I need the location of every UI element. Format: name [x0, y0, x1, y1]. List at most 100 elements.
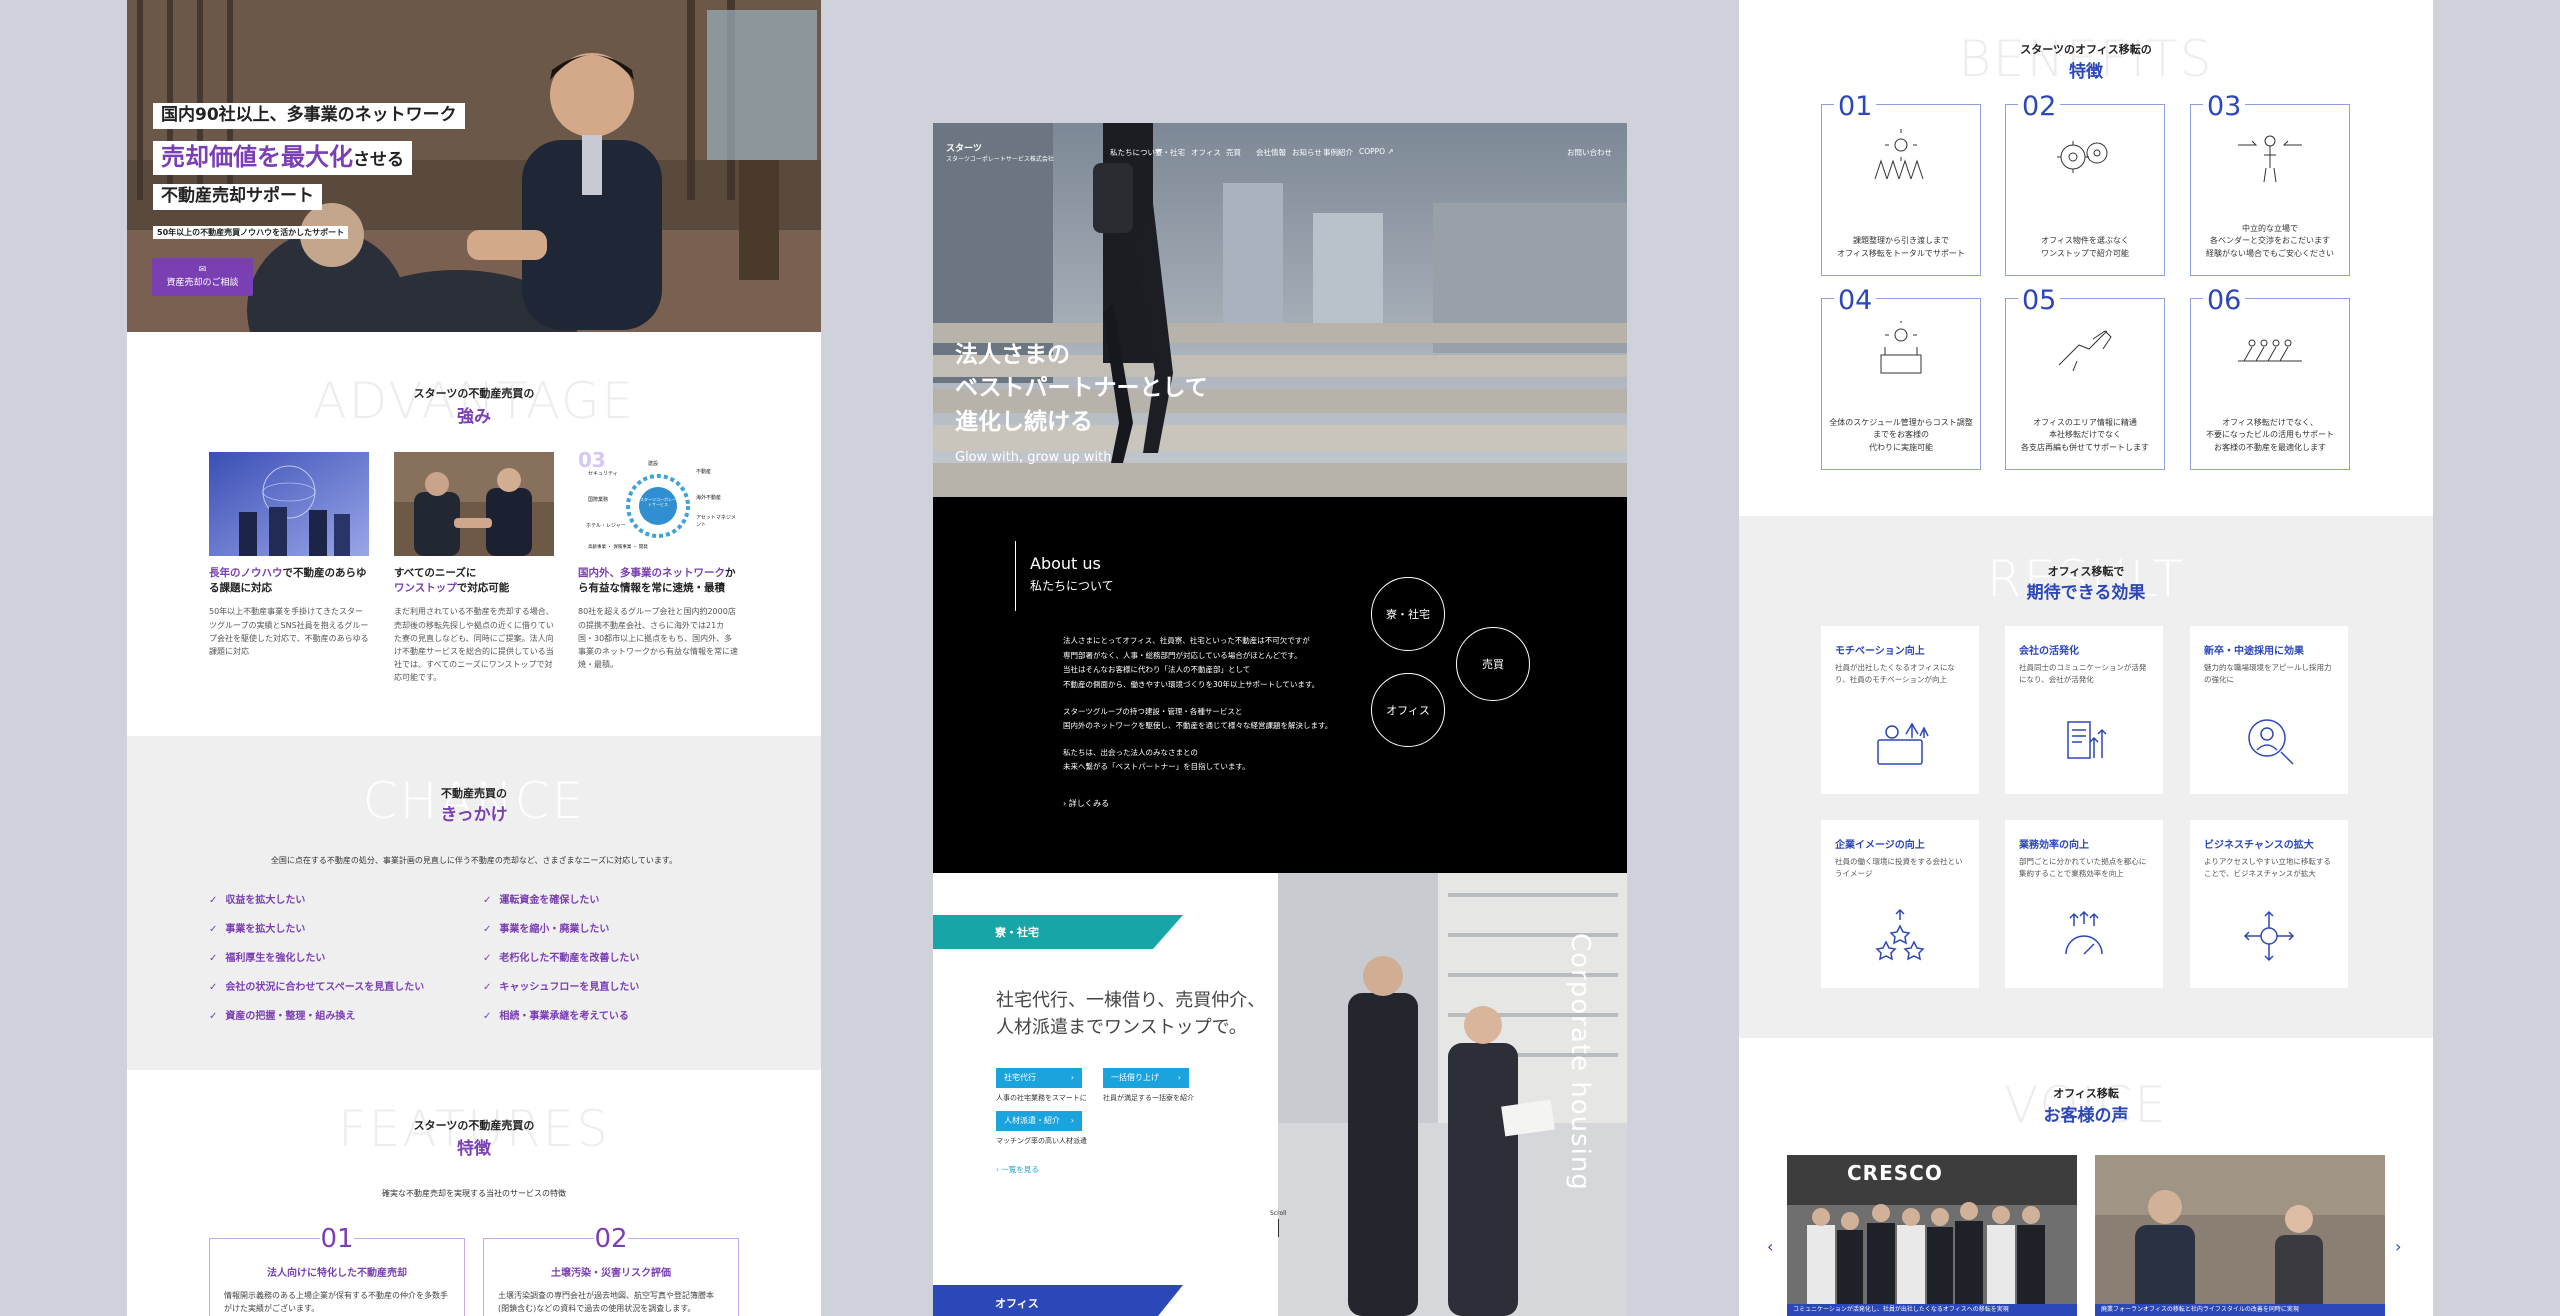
about-more-link[interactable]: › 詳しくみる [1063, 798, 1109, 809]
check-icon: ✓ [483, 895, 492, 906]
check-icon: ✓ [209, 982, 218, 993]
nav-item-1[interactable]: 寮・社宅 [1155, 147, 1185, 158]
pill-bulk-lease[interactable]: 一括借り上げ › [1103, 1068, 1189, 1088]
housing-list-link[interactable]: › 一覧を見る [996, 1164, 1039, 1175]
circle-sale[interactable]: 売買 [1456, 627, 1530, 701]
advantage-sub: スターツの不動産売買の [413, 387, 535, 400]
benefit-number: 01 [1834, 93, 1877, 120]
efficiency-gauge-icon [2054, 906, 2114, 966]
chance-item-label: 会社の状況に合わせてスペースを見直したい [225, 982, 425, 993]
left-page-preview: 国内90社以上、多事業のネットワーク 売却価値を最大化させる 不動産売却サポート… [127, 0, 821, 1316]
benefit-line: 中立的な立場で [2242, 223, 2298, 233]
scroll-indicator[interactable]: Scroll [1270, 1210, 1286, 1237]
carousel-prev-button[interactable]: ‹ [1767, 1237, 1773, 1256]
result-title: 新卒・中途採用に効果 [2204, 646, 2304, 657]
benefit-text: オフィス移転だけでなく、 不要になったビルの活用もサポート お客様の不動産を最適化し… [2197, 417, 2343, 455]
result-title: ビジネスチャンスの拡大 [2204, 840, 2314, 851]
chance-sub: 不動産売買の [441, 787, 507, 800]
result-desc: 社員同士のコミュニケーションが活発になり、会社が活発化 [2019, 663, 2147, 684]
right-page-preview: BENEFITS スターツのオフィス移転の 特徴 01 課題整理から引き渡しまでオ… [1739, 0, 2433, 1316]
circle-office[interactable]: オフィス [1371, 673, 1445, 747]
result-desc: 部門ごとに分かれていた拠点を都心に集約することで業務効率を向上 [2019, 857, 2147, 878]
hero-line2: 売却価値を最大化させる [153, 141, 412, 175]
about-section: About us 私たちについて 法人さまにとってオフィス、社員寮、社宅といった… [933, 497, 1627, 873]
chance-item-label: 収益を拡大したい [225, 895, 306, 906]
benefit-line: 経験がない場合でもご安心ください [2206, 249, 2334, 259]
chance-item-left-2: ✓ 福利厚生を強化したい [209, 949, 325, 964]
benefits-sub: スターツのオフィス移転の [2020, 43, 2152, 56]
housing-vertical-text: Corporate housing [1565, 933, 1595, 1191]
benefit-number: 03 [2203, 93, 2246, 120]
voice-card-1[interactable]: CRESCO コミュニケーションが活発化し、社員が出社したくなるオフィスへの移転… [1787, 1155, 2077, 1316]
nav-item-7[interactable]: COPPO ↗ [1359, 147, 1394, 156]
features-sub: スターツの不動産売買の [413, 1119, 535, 1132]
benefit-line: 本社移転だけでなく [2049, 430, 2121, 440]
advantage-card-1-desc: 50年以上不動産事業を手掛けてきたスターツグループの実績とSNS社員を抱えるグル… [209, 607, 369, 656]
chance-item-label: 相続・事業承継を考えている [499, 1011, 629, 1022]
benefit-card-3: 03 中立的な立場で各ベンダーと交渉をおこだいます 経験がない場合でもご安心ください [2190, 93, 2350, 276]
about-text: 法人さまにとってオフィス、社員寮、社宅といった不動産は不可欠ですが 専門部署がな… [1063, 636, 1333, 772]
nav-item-2[interactable]: オフィス [1191, 147, 1221, 158]
chance-item-left-1: ✓ 事業を拡大したい [209, 920, 305, 935]
carousel-next-button[interactable]: › [2395, 1237, 2401, 1256]
benefit-card-1: 01 課題整理から引き渡しまで オフィス移転をトータルでサポート [1821, 93, 1981, 276]
brand-logo[interactable]: スターツ スターツコーポレートサービス株式会社 [946, 141, 1054, 163]
chance-item-label: 事業を縮小・廃業したい [499, 924, 610, 935]
result-card-6: ビジネスチャンスの拡大 よりアクセスしやすい立地に移転することで、ビジネスチャンス… [2190, 820, 2348, 988]
nav-item-3[interactable]: 売買 [1226, 147, 1241, 158]
benefit-illustration-icon [2045, 321, 2125, 381]
benefit-text: 課題整理から引き渡しまで オフィス移転をトータルでサポート [1828, 235, 1974, 261]
advantage-title: 強み [457, 407, 491, 427]
benefit-number: 04 [1834, 287, 1877, 314]
benefits-title: 特徴 [2069, 62, 2103, 82]
center-page-preview: スターツ スターツコーポレートサービス株式会社 私たちについて 寮・社宅 オフィス売… [933, 123, 1627, 1316]
check-icon: ✓ [209, 895, 218, 906]
benefit-illustration-icon [2230, 127, 2310, 187]
benefit-text: 全体のスケジュール管理からコスト調整までをお客様の 代わりに実施可能 [1828, 417, 1974, 455]
voice-card-2[interactable]: 廃業フォーランオフィスの移転と社内ライフスタイルの改善を同時に実現 [2095, 1155, 2385, 1316]
benefit-line: 代わりに実施可能 [1869, 443, 1933, 453]
chance-item-label: 事業を拡大したい [225, 924, 306, 935]
features-title: 特徴 [457, 1139, 491, 1159]
sale-consult-button[interactable]: ✉ 資産売却のご相談 [152, 258, 253, 296]
people-growth-icon [1870, 712, 1930, 772]
hero-highlight: 売却価値を最大化 [161, 143, 353, 171]
benefit-line: 各ベンダーと交渉をおこだいます [2210, 236, 2330, 246]
chance-item-right-1: ✓ 事業を縮小・廃業したい [483, 920, 609, 935]
result-title: 企業イメージの向上 [1835, 840, 1925, 851]
voice-photo-2 [2095, 1155, 2385, 1316]
hero-line1: 国内90社以上、多事業のネットワーク [153, 103, 465, 129]
contact-link[interactable]: お問い合わせ [1567, 147, 1612, 158]
pill-staffing[interactable]: 人材派遣・紹介 › [996, 1111, 1082, 1131]
document-growth-icon [2054, 712, 2114, 772]
housing-heading: 社宅代行、一棟借り、売買仲介、 人材派遣までワンストップで。 [996, 990, 1266, 1038]
check-icon: ✓ [483, 953, 492, 964]
nav-item-4[interactable]: 会社情報 [1256, 147, 1286, 158]
chance-item-right-2: ✓ 老朽化した不動産を改善したい [483, 949, 639, 964]
housing-tag: 寮・社宅 [933, 915, 1183, 949]
benefit-line: オフィス移転だけでなく、 [2222, 417, 2318, 427]
benefit-illustration-icon [1861, 127, 1941, 187]
benefit-line: オフィス物件を選ぶなく [2041, 236, 2129, 246]
result-title: 会社の活発化 [2019, 646, 2079, 657]
sale-hero: 国内90社以上、多事業のネットワーク 売却価値を最大化させる 不動産売却サポート… [127, 0, 821, 332]
circle-housing[interactable]: 寮・社宅 [1371, 577, 1445, 651]
benefit-illustration-icon [2045, 127, 2125, 187]
chance-item-left-3: ✓ 会社の状況に合わせてスペースを見直したい [209, 978, 424, 993]
nav-item-5[interactable]: お知らせ [1292, 147, 1322, 158]
benefit-line: オフィス移転をトータルでサポート [1837, 249, 1965, 259]
advantage-card-2: すべてのニーズに ワンストップで対応可能 まだ利用されている不動産を売却する場合、… [394, 452, 554, 685]
nav-item-6[interactable]: 事例紹介 [1323, 147, 1353, 158]
benefit-line: お客様の不動産を最適化します [2214, 443, 2326, 453]
voice-title: お客様の声 [2043, 1106, 2129, 1126]
feature-card-2: 02 土壌汚染・災害リスク評価 土壌汚染調査の専門会社が過去地図、航空写真や登記… [483, 1224, 739, 1316]
benefit-number: 05 [2018, 287, 2061, 314]
housing-section: 寮・社宅 社宅代行、一棟借り、売買仲介、 人材派遣までワンストップで。 社宅代行… [933, 873, 1627, 1316]
pill-company-housing[interactable]: 社宅代行 › [996, 1068, 1082, 1088]
check-icon: ✓ [209, 953, 218, 964]
benefit-card-6: 06 オフィス移転だけでなく、 不要になったビルの活用もサポート お客様の不動産を最適… [2190, 287, 2350, 470]
check-icon: ✓ [483, 1011, 492, 1022]
pill-staffing-note: マッチング率の高い人材派遣 [996, 1137, 1087, 1145]
chance-item-left-4: ✓ 資産の把握・整理・組み換え [209, 1007, 355, 1022]
benefit-card-4: 04 全体のスケジュール管理からコスト調整までをお客様の 代わりに実施可能 [1821, 287, 1981, 470]
